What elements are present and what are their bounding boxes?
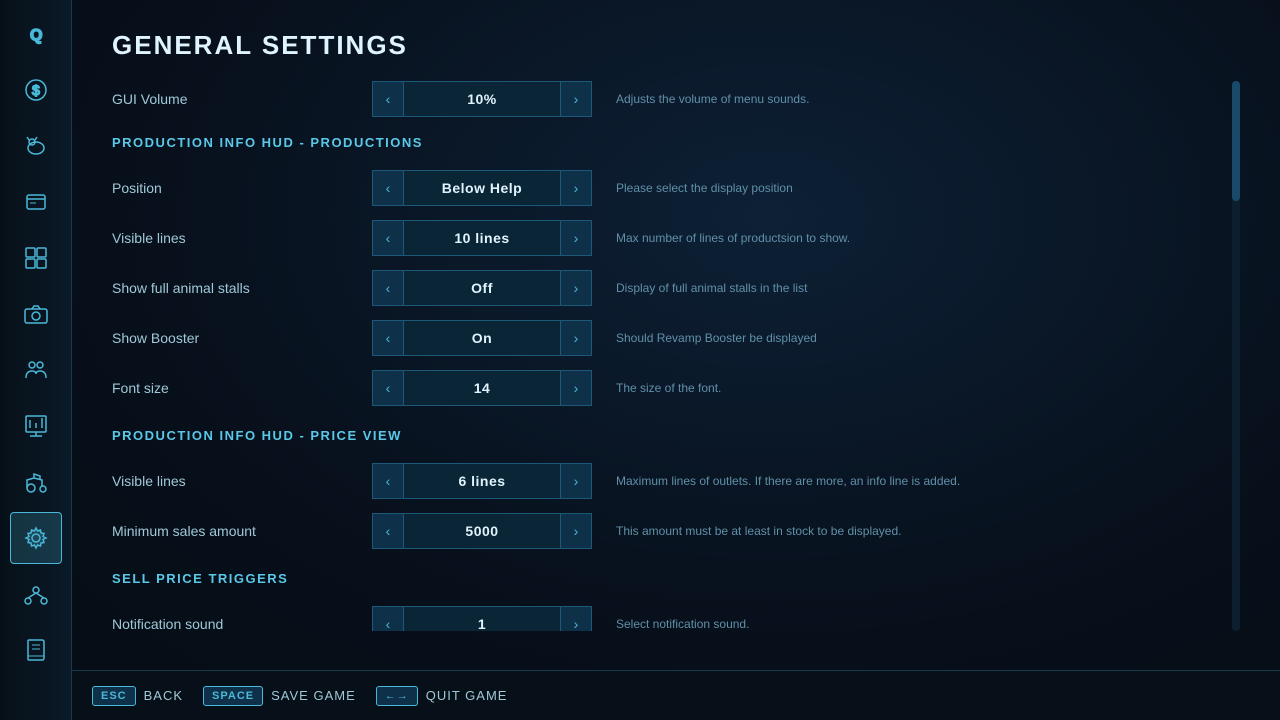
animal-stalls-prev-btn[interactable]: ‹ [372,270,404,306]
visible-lines-price-value: 6 lines [404,463,560,499]
visible-lines-price-label: Visible lines [112,473,372,489]
min-sales-label: Minimum sales amount [112,523,372,539]
animal-stalls-desc: Display of full animal stalls in the lis… [616,281,1220,295]
font-size-label: Font size [112,380,372,396]
position-label: Position [112,180,372,196]
min-sales-prev-btn[interactable]: ‹ [372,513,404,549]
booster-value: On [404,320,560,356]
sidebar-item-workers[interactable] [10,344,62,396]
font-size-next-btn[interactable]: › [560,370,592,406]
visible-lines-control: ‹ 10 lines › [372,220,592,256]
setting-row-visible-lines-price: Visible lines ‹ 6 lines › Maximum lines … [112,459,1220,503]
scrollbar-thumb[interactable] [1232,81,1240,201]
section-header-price-view: PRODUCTION INFO HUD - PRICE VIEW [112,428,1220,449]
min-sales-value: 5000 [404,513,560,549]
sidebar-item-camera[interactable] [10,288,62,340]
gui-volume-row: GUI Volume ‹ 10% › Adjusts the volume of… [112,81,1220,117]
settings-panel: GUI Volume ‹ 10% › Adjusts the volume of… [112,81,1240,631]
section-header-productions: PRODUCTION INFO HUD - PRODUCTIONS [112,135,1220,156]
back-button[interactable]: ESC BACK [92,686,183,706]
setting-row-font-size: Font size ‹ 14 › The size of the font. [112,366,1220,410]
font-size-prev-btn[interactable]: ‹ [372,370,404,406]
gui-volume-prev-btn[interactable]: ‹ [372,81,404,117]
save-label: SAVE GAME [271,688,356,703]
notification-value: 1 [404,606,560,631]
setting-row-notification: Notification sound ‹ 1 › Select notifica… [112,602,1220,631]
sidebar: Q $ [0,0,72,720]
quit-label: QUIT GAME [426,688,508,703]
setting-row-visible-lines: Visible lines ‹ 10 lines › Max number of… [112,216,1220,260]
booster-next-btn[interactable]: › [560,320,592,356]
gui-volume-desc: Adjusts the volume of menu sounds. [616,92,1220,106]
visible-lines-next-btn[interactable]: › [560,220,592,256]
position-value: Below Help [404,170,560,206]
gui-volume-next-btn[interactable]: › [560,81,592,117]
position-desc: Please select the display position [616,181,1220,195]
save-button[interactable]: SPACE SAVE GAME [203,686,356,706]
animal-stalls-value: Off [404,270,560,306]
booster-desc: Should Revamp Booster be displayed [616,331,1220,345]
back-label: BACK [144,688,183,703]
notification-prev-btn[interactable]: ‹ [372,606,404,631]
booster-prev-btn[interactable]: ‹ [372,320,404,356]
space-key-badge: SPACE [203,686,263,706]
scrollbar-track[interactable] [1232,81,1240,631]
notification-label: Notification sound [112,616,372,631]
sidebar-item-tractor[interactable] [10,456,62,508]
sidebar-item-animals[interactable] [10,120,62,172]
svg-text:Q: Q [30,27,42,44]
booster-control: ‹ On › [372,320,592,356]
visible-lines-value: 10 lines [404,220,560,256]
min-sales-desc: This amount must be at least in stock to… [616,524,1220,538]
position-next-btn[interactable]: › [560,170,592,206]
sidebar-item-cards[interactable] [10,176,62,228]
animal-stalls-next-btn[interactable]: › [560,270,592,306]
sidebar-item-board[interactable] [10,400,62,452]
booster-label: Show Booster [112,330,372,346]
font-size-desc: The size of the font. [616,381,1220,395]
position-prev-btn[interactable]: ‹ [372,170,404,206]
visible-lines-price-prev-btn[interactable]: ‹ [372,463,404,499]
visible-lines-desc: Max number of lines of productsion to sh… [616,231,1220,245]
setting-row-booster: Show Booster ‹ On › Should Revamp Booste… [112,316,1220,360]
quit-button[interactable]: ←→ QUIT GAME [376,686,508,706]
settings-content: GUI Volume ‹ 10% › Adjusts the volume of… [112,81,1240,631]
gui-volume-control: ‹ 10% › [372,81,592,117]
sidebar-item-q[interactable]: Q [10,8,62,60]
esc-key-badge: ESC [92,686,136,706]
animal-stalls-control: ‹ Off › [372,270,592,306]
setting-row-animal-stalls: Show full animal stalls ‹ Off › Display … [112,266,1220,310]
position-control: ‹ Below Help › [372,170,592,206]
min-sales-control: ‹ 5000 › [372,513,592,549]
setting-row-position: Position ‹ Below Help › Please select th… [112,166,1220,210]
sidebar-item-network[interactable] [10,568,62,620]
visible-lines-label: Visible lines [112,230,372,246]
notification-control: ‹ 1 › [372,606,592,631]
visible-lines-prev-btn[interactable]: ‹ [372,220,404,256]
gui-volume-value: 10% [404,81,560,117]
font-size-control: ‹ 14 › [372,370,592,406]
min-sales-next-btn[interactable]: › [560,513,592,549]
gui-volume-label: GUI Volume [112,91,372,107]
section-header-sell-price: SELL PRICE TRIGGERS [112,571,1220,592]
page-title: GENERAL SETTINGS [112,30,1240,61]
bottom-bar: ESC BACK SPACE SAVE GAME ←→ QUIT GAME [72,670,1280,720]
visible-lines-price-control: ‹ 6 lines › [372,463,592,499]
main-content: GENERAL SETTINGS GUI Volume ‹ 10% › Adju… [72,0,1280,670]
notification-next-btn[interactable]: › [560,606,592,631]
font-size-value: 14 [404,370,560,406]
sidebar-item-settings[interactable] [10,512,62,564]
sidebar-item-book[interactable] [10,624,62,676]
visible-lines-price-desc: Maximum lines of outlets. If there are m… [616,474,1220,488]
animal-stalls-label: Show full animal stalls [112,280,372,296]
sidebar-item-economy[interactable]: $ [10,64,62,116]
setting-row-min-sales: Minimum sales amount ‹ 5000 › This amoun… [112,509,1220,553]
visible-lines-price-next-btn[interactable]: › [560,463,592,499]
arrow-key-badge: ←→ [376,686,418,706]
notification-desc: Select notification sound. [616,617,1220,631]
sidebar-item-hud[interactable] [10,232,62,284]
svg-text:$: $ [32,82,40,98]
